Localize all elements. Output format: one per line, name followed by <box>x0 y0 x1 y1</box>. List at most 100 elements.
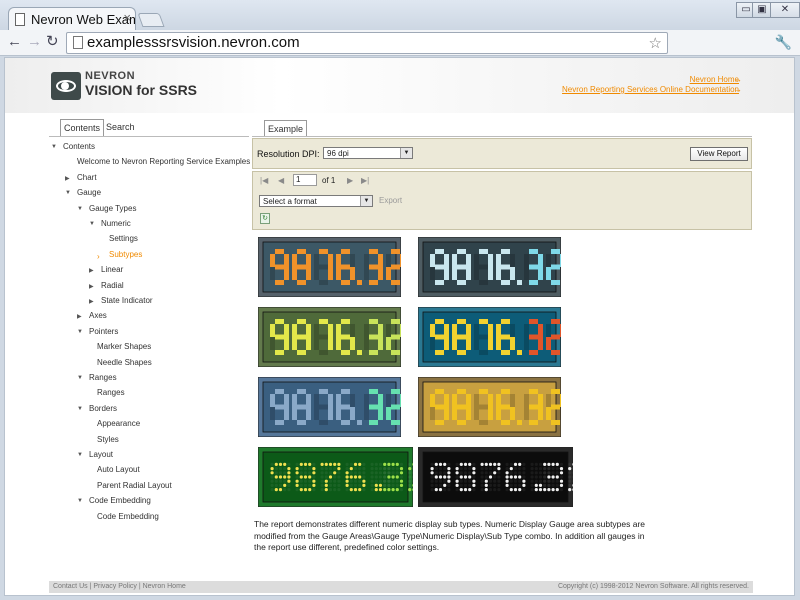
tree-item[interactable]: Axes <box>89 311 107 320</box>
new-tab-button[interactable] <box>137 13 165 27</box>
expand-down-icon[interactable]: ▼ <box>77 375 83 381</box>
reload-icon[interactable]: ↻ <box>46 34 59 50</box>
tab-example[interactable]: Example <box>264 120 308 137</box>
nevron-logo-icon <box>51 72 81 100</box>
browser-tab-strip: Nevron Web Examp × ▭ ▣ ✕ <box>0 0 800 31</box>
expand-right-icon[interactable]: ▶ <box>89 267 94 274</box>
refresh-icon[interactable]: ↻ <box>260 213 270 224</box>
site-banner: NEVRON VISION for SSRS Nevron Home → Nev… <box>5 58 794 113</box>
expand-down-icon[interactable]: ▼ <box>65 190 71 196</box>
page-count: of 1 <box>322 176 336 185</box>
previous-page-icon[interactable]: ◀ <box>278 176 284 185</box>
tree-item[interactable]: Pointers <box>89 327 118 336</box>
tree-item[interactable]: Code Embedding <box>97 512 159 521</box>
back-arrow-icon[interactable]: ← <box>7 34 22 50</box>
numeric-display-gauge <box>418 447 573 507</box>
logo-product: VISION for SSRS <box>85 82 198 98</box>
numeric-display-gauge <box>258 237 401 297</box>
expand-right-icon[interactable]: ▶ <box>65 175 70 182</box>
site-footer: Contact Us | Privacy Policy | Nevron Hom… <box>49 581 753 593</box>
numeric-display-gauge <box>418 377 561 437</box>
tree-item[interactable]: Code Embedding <box>89 496 151 505</box>
expand-right-icon[interactable]: ▶ <box>89 298 94 305</box>
tree-item[interactable]: Welcome to Nevron Reporting Service Exam… <box>77 157 250 166</box>
tree-item[interactable]: Needle Shapes <box>97 358 152 367</box>
tree-item[interactable]: Styles <box>97 435 119 444</box>
bookmark-star-icon[interactable]: ☆ <box>649 34 662 52</box>
tree-item[interactable]: Marker Shapes <box>97 342 151 351</box>
restore-button[interactable]: ▣ <box>752 2 772 18</box>
tree-item[interactable]: Radial <box>101 281 124 290</box>
tree-item[interactable]: Numeric <box>101 219 131 228</box>
resolution-dpi-label: Resolution DPI: <box>257 149 320 159</box>
expand-right-icon[interactable]: ▶ <box>77 313 82 320</box>
page-icon <box>15 13 25 26</box>
format-placeholder: Select a format <box>263 197 317 206</box>
tree-item[interactable]: Contents <box>63 142 95 151</box>
next-page-icon[interactable]: ▶ <box>347 176 353 185</box>
tab-search[interactable]: Search <box>103 119 138 136</box>
page-number-input[interactable]: 1 <box>293 174 317 186</box>
tree-item[interactable]: Borders <box>89 404 117 413</box>
tree-item[interactable]: Chart <box>77 173 97 182</box>
copyright-text: Copyright (c) 1998-2012 Nevron Software.… <box>557 583 749 590</box>
divider <box>49 136 249 137</box>
numeric-display-gauge <box>418 237 561 297</box>
numeric-display-gauge <box>258 377 401 437</box>
footer-links[interactable]: Contact Us | Privacy Policy | Nevron Hom… <box>53 583 186 590</box>
tree-item[interactable]: Parent Radial Layout <box>97 481 172 490</box>
expand-down-icon[interactable]: ▼ <box>77 452 83 458</box>
tree-item[interactable]: Appearance <box>97 419 140 428</box>
report-description: The report demonstrates different numeri… <box>254 519 646 552</box>
browser-tab-title: Nevron Web Examp <box>31 12 136 27</box>
tree-item[interactable]: Linear <box>101 265 123 274</box>
export-link[interactable]: Export <box>379 196 402 205</box>
expand-down-icon[interactable]: ▼ <box>77 406 83 412</box>
chevron-right-icon[interactable]: › <box>97 252 100 261</box>
close-window-button[interactable]: ✕ <box>770 2 800 18</box>
forward-arrow-icon[interactable]: → <box>27 34 42 50</box>
dropdown-arrow-icon[interactable]: ▼ <box>360 196 372 206</box>
nevron-home-link[interactable]: Nevron Home <box>690 75 739 84</box>
dpi-value: 96 dpi <box>327 149 349 158</box>
close-icon[interactable]: × <box>123 10 131 25</box>
expand-right-icon[interactable]: ▶ <box>89 283 94 290</box>
tree-item[interactable]: Settings <box>109 234 138 243</box>
browser-toolbar: ← → ↻ examplesssrsvision.nevron.com ☆ 🔧 <box>0 30 800 56</box>
expand-down-icon[interactable]: ▼ <box>77 329 83 335</box>
chevron-right-icon: → <box>734 75 742 84</box>
chevron-right-icon: → <box>734 85 742 94</box>
url-text[interactable]: examplesssrsvision.nevron.com <box>87 34 300 51</box>
browser-tab[interactable]: Nevron Web Examp × <box>8 7 136 31</box>
documentation-link[interactable]: Nevron Reporting Services Online Documen… <box>562 85 739 94</box>
tree-item[interactable]: State Indicator <box>101 296 153 305</box>
tree-item[interactable]: Layout <box>89 450 113 459</box>
tree-item[interactable]: Gauge Types <box>89 204 136 213</box>
expand-down-icon[interactable]: ▼ <box>77 498 83 504</box>
expand-down-icon[interactable]: ▼ <box>77 206 83 212</box>
first-page-icon[interactable]: |◀ <box>260 176 268 185</box>
tree-item[interactable]: Auto Layout <box>97 465 140 474</box>
expand-down-icon[interactable]: ▼ <box>89 221 95 227</box>
tree-item[interactable]: Subtypes <box>109 250 142 259</box>
numeric-display-gauge <box>258 447 413 507</box>
view-report-button[interactable]: View Report <box>690 147 748 161</box>
divider <box>252 136 752 137</box>
tree-item[interactable]: Gauge <box>77 188 101 197</box>
last-page-icon[interactable]: ▶| <box>361 176 369 185</box>
dropdown-arrow-icon[interactable]: ▼ <box>400 148 412 158</box>
export-format-select[interactable]: Select a format ▼ <box>259 195 373 207</box>
parameter-bar: Resolution DPI: 96 dpi ▼ View Report <box>252 138 752 169</box>
logo-brand: NEVRON <box>85 70 136 82</box>
web-page: NEVRON VISION for SSRS Nevron Home → Nev… <box>4 57 795 596</box>
numeric-display-gauge <box>418 307 561 367</box>
wrench-icon[interactable]: 🔧 <box>775 34 792 51</box>
tab-contents[interactable]: Contents <box>60 119 105 136</box>
numeric-display-gauge <box>258 307 401 367</box>
dpi-select[interactable]: 96 dpi ▼ <box>323 147 413 159</box>
tree-item[interactable]: Ranges <box>97 388 125 397</box>
address-bar[interactable]: examplesssrsvision.nevron.com ☆ <box>66 32 668 54</box>
tree-item[interactable]: Ranges <box>89 373 117 382</box>
report-toolbar: |◀ ◀ 1 of 1 ▶ ▶| Select a format ▼ Expor… <box>252 171 752 230</box>
expand-down-icon[interactable]: ▼ <box>51 144 57 150</box>
